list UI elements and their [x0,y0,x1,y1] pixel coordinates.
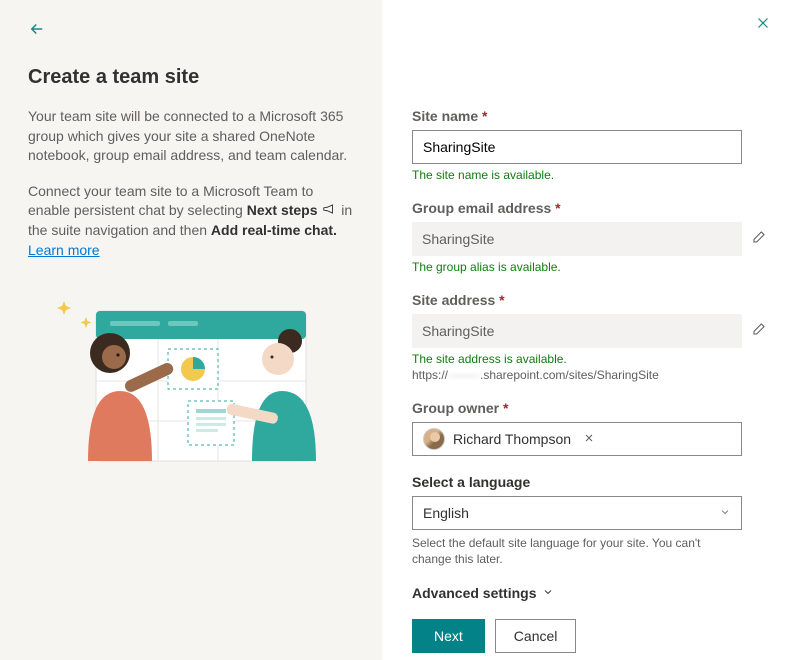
field-group-owner: Group owner * Richard Thompson [412,400,766,456]
advanced-settings-toggle[interactable]: Advanced settings [412,585,766,601]
form-pane: Site name * The site name is available. … [382,0,790,660]
page-title: Create a team site [28,66,354,89]
intro-paragraph-1: Your team site will be connected to a Mi… [28,107,354,166]
megaphone-icon [321,202,337,222]
info-pane: Create a team site Your team site will b… [0,0,382,660]
avatar [423,428,445,450]
learn-more-link[interactable]: Learn more [28,242,100,258]
remove-owner-button[interactable] [583,431,595,447]
field-language: Select a language English Select the def… [412,474,766,567]
owner-picker[interactable]: Richard Thompson [412,422,742,456]
intro-paragraph-2: Connect your team site to a Microsoft Te… [28,182,354,261]
owner-name: Richard Thompson [453,431,571,447]
close-button[interactable] [754,14,772,35]
chevron-down-icon [542,585,554,601]
site-name-validation: The site name is available. [412,168,766,182]
next-button[interactable]: Next [412,619,485,653]
field-site-address: Site address * SharingSite The site addr… [412,292,766,382]
group-email-label: Group email address * [412,200,766,216]
group-email-value: SharingSite [412,222,742,256]
field-group-email: Group email address * SharingSite The gr… [412,200,766,274]
chevron-down-icon [719,505,731,521]
field-site-name: Site name * The site name is available. [412,108,766,182]
site-address-value: SharingSite [412,314,742,348]
site-address-url: https://--------.sharepoint.com/sites/Sh… [412,368,766,382]
edit-group-email-button[interactable] [750,230,766,249]
group-email-validation: The group alias is available. [412,260,766,274]
site-address-label: Site address * [412,292,766,308]
language-select[interactable]: English [412,496,742,530]
language-help: Select the default site language for you… [412,536,742,567]
edit-site-address-button[interactable] [750,322,766,341]
site-name-label: Site name * [412,108,766,124]
illustration [28,291,338,481]
back-button[interactable] [28,20,48,40]
site-name-input[interactable] [412,130,742,164]
language-label: Select a language [412,474,766,490]
group-owner-label: Group owner * [412,400,766,416]
site-address-validation: The site address is available. [412,352,766,366]
button-row: Next Cancel [412,619,766,653]
cancel-button[interactable]: Cancel [495,619,577,653]
